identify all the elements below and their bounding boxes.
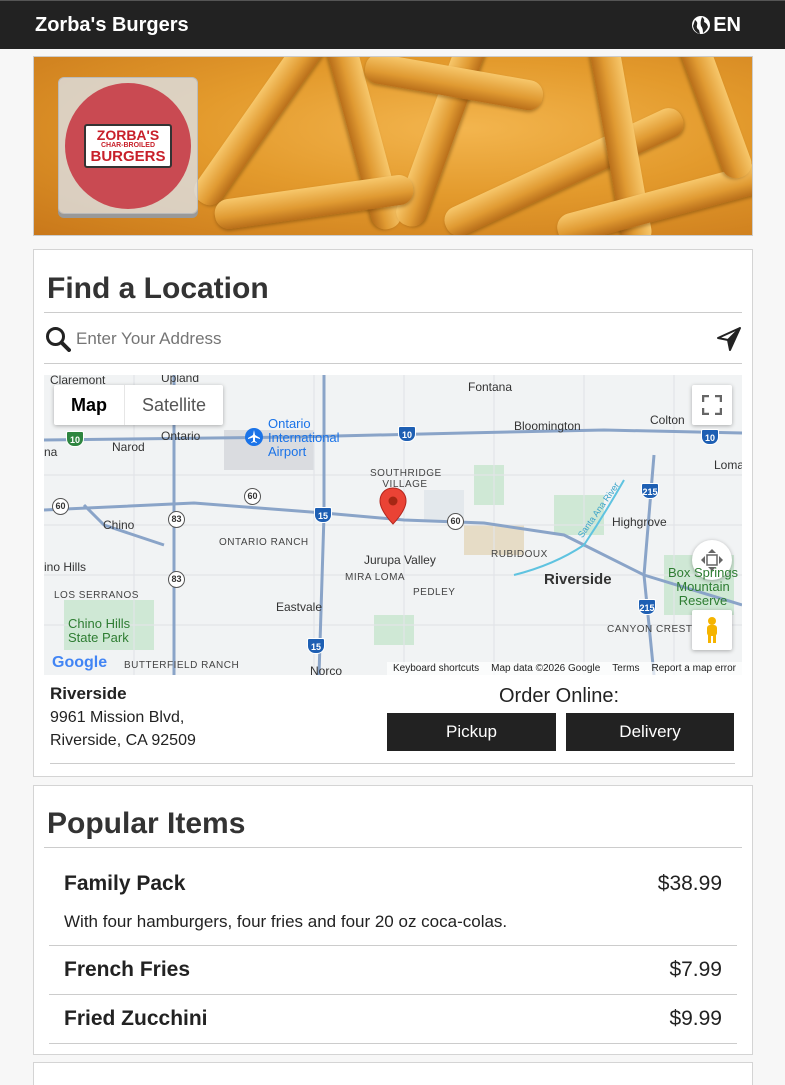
map-place-label: na [44, 445, 58, 459]
menu-item-row[interactable]: Family Pack $38.99 With four hamburgers,… [49, 848, 737, 946]
popular-items-title: Popular Items [47, 807, 246, 840]
street-view-pegman[interactable] [692, 610, 732, 650]
map-neighborhood-label: LOS SERRANOS [54, 590, 139, 601]
map-city-label: Riverside [544, 571, 612, 588]
highway-shield: 15 [307, 638, 325, 654]
divider [44, 312, 742, 313]
terms-link[interactable]: Terms [612, 663, 639, 674]
menu-item-row[interactable]: Fried Zucchini $9.99 [49, 995, 737, 1044]
logo-line-1: ZORBA'S [96, 126, 160, 143]
map-place-label: Bloomington [514, 419, 581, 433]
divider [50, 763, 735, 764]
order-online-label: Order Online: [499, 685, 620, 707]
menu-item-name: French Fries [64, 958, 191, 981]
map-place-label: Ontario [161, 429, 201, 443]
menu-item-description: With four hamburgers, four fries and fou… [64, 912, 508, 931]
menu-item-price: $9.99 [669, 1007, 722, 1030]
find-location-title: Find a Location [47, 272, 269, 305]
google-wordmark: Google [52, 654, 108, 671]
address-search-bar [44, 314, 742, 364]
map-place-label: Claremont [50, 375, 106, 387]
globe-icon [692, 16, 711, 34]
map-place-label: Eastvale [276, 600, 323, 614]
location-name: Riverside [50, 684, 127, 703]
brand-name[interactable]: Zorba's Burgers [35, 14, 189, 37]
address-search-input[interactable] [76, 328, 716, 349]
map-type-map-tab[interactable]: Map [54, 385, 125, 425]
pickup-button[interactable]: Pickup [387, 713, 556, 751]
map-neighborhood-label: SOUTHRIDGE VILLAGE [370, 468, 442, 490]
pegman-icon [707, 617, 717, 643]
map-place-label: Fontana [468, 380, 513, 394]
map-neighborhood-label: CANYON CREST [607, 624, 693, 635]
google-logo[interactable]: Google [52, 654, 107, 672]
highway-shield: 60 [52, 498, 69, 515]
fry-graphic [672, 57, 752, 183]
map-neighborhood-label: BUTTERFIELD RANCH [124, 660, 240, 671]
logo-circle: ZORBA'S CHAR-BROILED BURGERS [65, 82, 191, 209]
top-nav-bar: Zorba's Burgers EN [0, 0, 785, 49]
map-neighborhood-label: RUBIDOUX [491, 549, 548, 560]
hero-banner: ZORBA'S CHAR-BROILED BURGERS [33, 56, 753, 236]
restaurant-logo[interactable]: ZORBA'S CHAR-BROILED BURGERS [58, 77, 198, 214]
locate-me-icon[interactable] [716, 326, 742, 352]
highway-shield: 215 [638, 599, 656, 615]
delivery-button[interactable]: Delivery [566, 713, 734, 751]
location-address-line-1: 9961 Mission Blvd, [50, 709, 185, 726]
map-place-label: Jurupa Valley [364, 553, 436, 567]
map-neighborhood-label: PEDLEY [413, 587, 456, 598]
menu-item-row[interactable]: French Fries $7.99 [49, 946, 737, 995]
fullscreen-button[interactable] [692, 385, 732, 425]
highway-shield: 83 [168, 511, 185, 528]
location-pin-icon[interactable] [379, 487, 407, 525]
location-map[interactable]: Map Satellite 10 10 10 60 60 60 83 83 15… [44, 375, 742, 675]
fullscreen-icon [702, 395, 722, 415]
map-data-attribution: Map data ©2026 Google [491, 663, 601, 674]
language-code: EN [713, 13, 741, 36]
location-address-line-2: Riverside, CA 92509 [50, 732, 196, 749]
map-type-satellite-tab[interactable]: Satellite [125, 385, 223, 425]
report-map-error-link[interactable]: Report a map error [652, 663, 736, 674]
map-place-label: ino Hills [44, 560, 87, 574]
highway-shield: 10 [66, 431, 84, 447]
highway-shield: 15 [314, 507, 332, 523]
map-place-label: Chino [103, 518, 135, 532]
map-place-label: Highgrove [612, 515, 667, 529]
search-icon[interactable] [45, 326, 71, 352]
highway-shield: 60 [244, 488, 261, 505]
keyboard-shortcuts-link[interactable]: Keyboard shortcuts [393, 663, 479, 674]
map-place-label: Upland [161, 375, 200, 385]
find-location-panel: Find a Location Enter Your Address Map S… [33, 249, 753, 777]
map-poi-label: Ontario International Airport [268, 416, 340, 459]
map-place-label: Loma [714, 458, 742, 472]
popular-items-panel: Popular Items Family Pack $38.99 With fo… [33, 785, 753, 1055]
logo-wordmark: ZORBA'S CHAR-BROILED BURGERS [84, 123, 172, 168]
highway-shield: 10 [398, 426, 416, 442]
menu-item-price: $7.99 [669, 958, 722, 981]
map-neighborhood-label: ONTARIO RANCH [219, 537, 309, 548]
logo-line-3: BURGERS [90, 147, 166, 165]
menu-item-name: Fried Zucchini [64, 1007, 208, 1030]
menu-item-price: $38.99 [657, 872, 722, 895]
menu-item-name: Family Pack [64, 872, 186, 895]
map-park-label: Chino Hills State Park [68, 616, 131, 645]
map-neighborhood-label: MIRA LOMA [345, 572, 406, 583]
map-attribution-bar: Keyboard shortcuts Map data ©2026 Google… [386, 662, 742, 675]
map-place-label: Narod [112, 440, 145, 454]
highway-shield: 83 [168, 571, 185, 588]
map-type-control: Map Satellite [54, 385, 224, 425]
map-place-label: Colton [650, 413, 685, 427]
map-place-label: Norco [310, 664, 343, 675]
highway-shield: 10 [701, 429, 719, 445]
map-park-label: Box Springs Mountain Reserve [667, 565, 739, 608]
language-selector[interactable]: EN [691, 14, 741, 37]
highway-shield: 215 [641, 483, 659, 499]
next-section-panel [33, 1062, 753, 1085]
highway-shield: 60 [447, 513, 464, 530]
airport-icon [245, 428, 263, 446]
